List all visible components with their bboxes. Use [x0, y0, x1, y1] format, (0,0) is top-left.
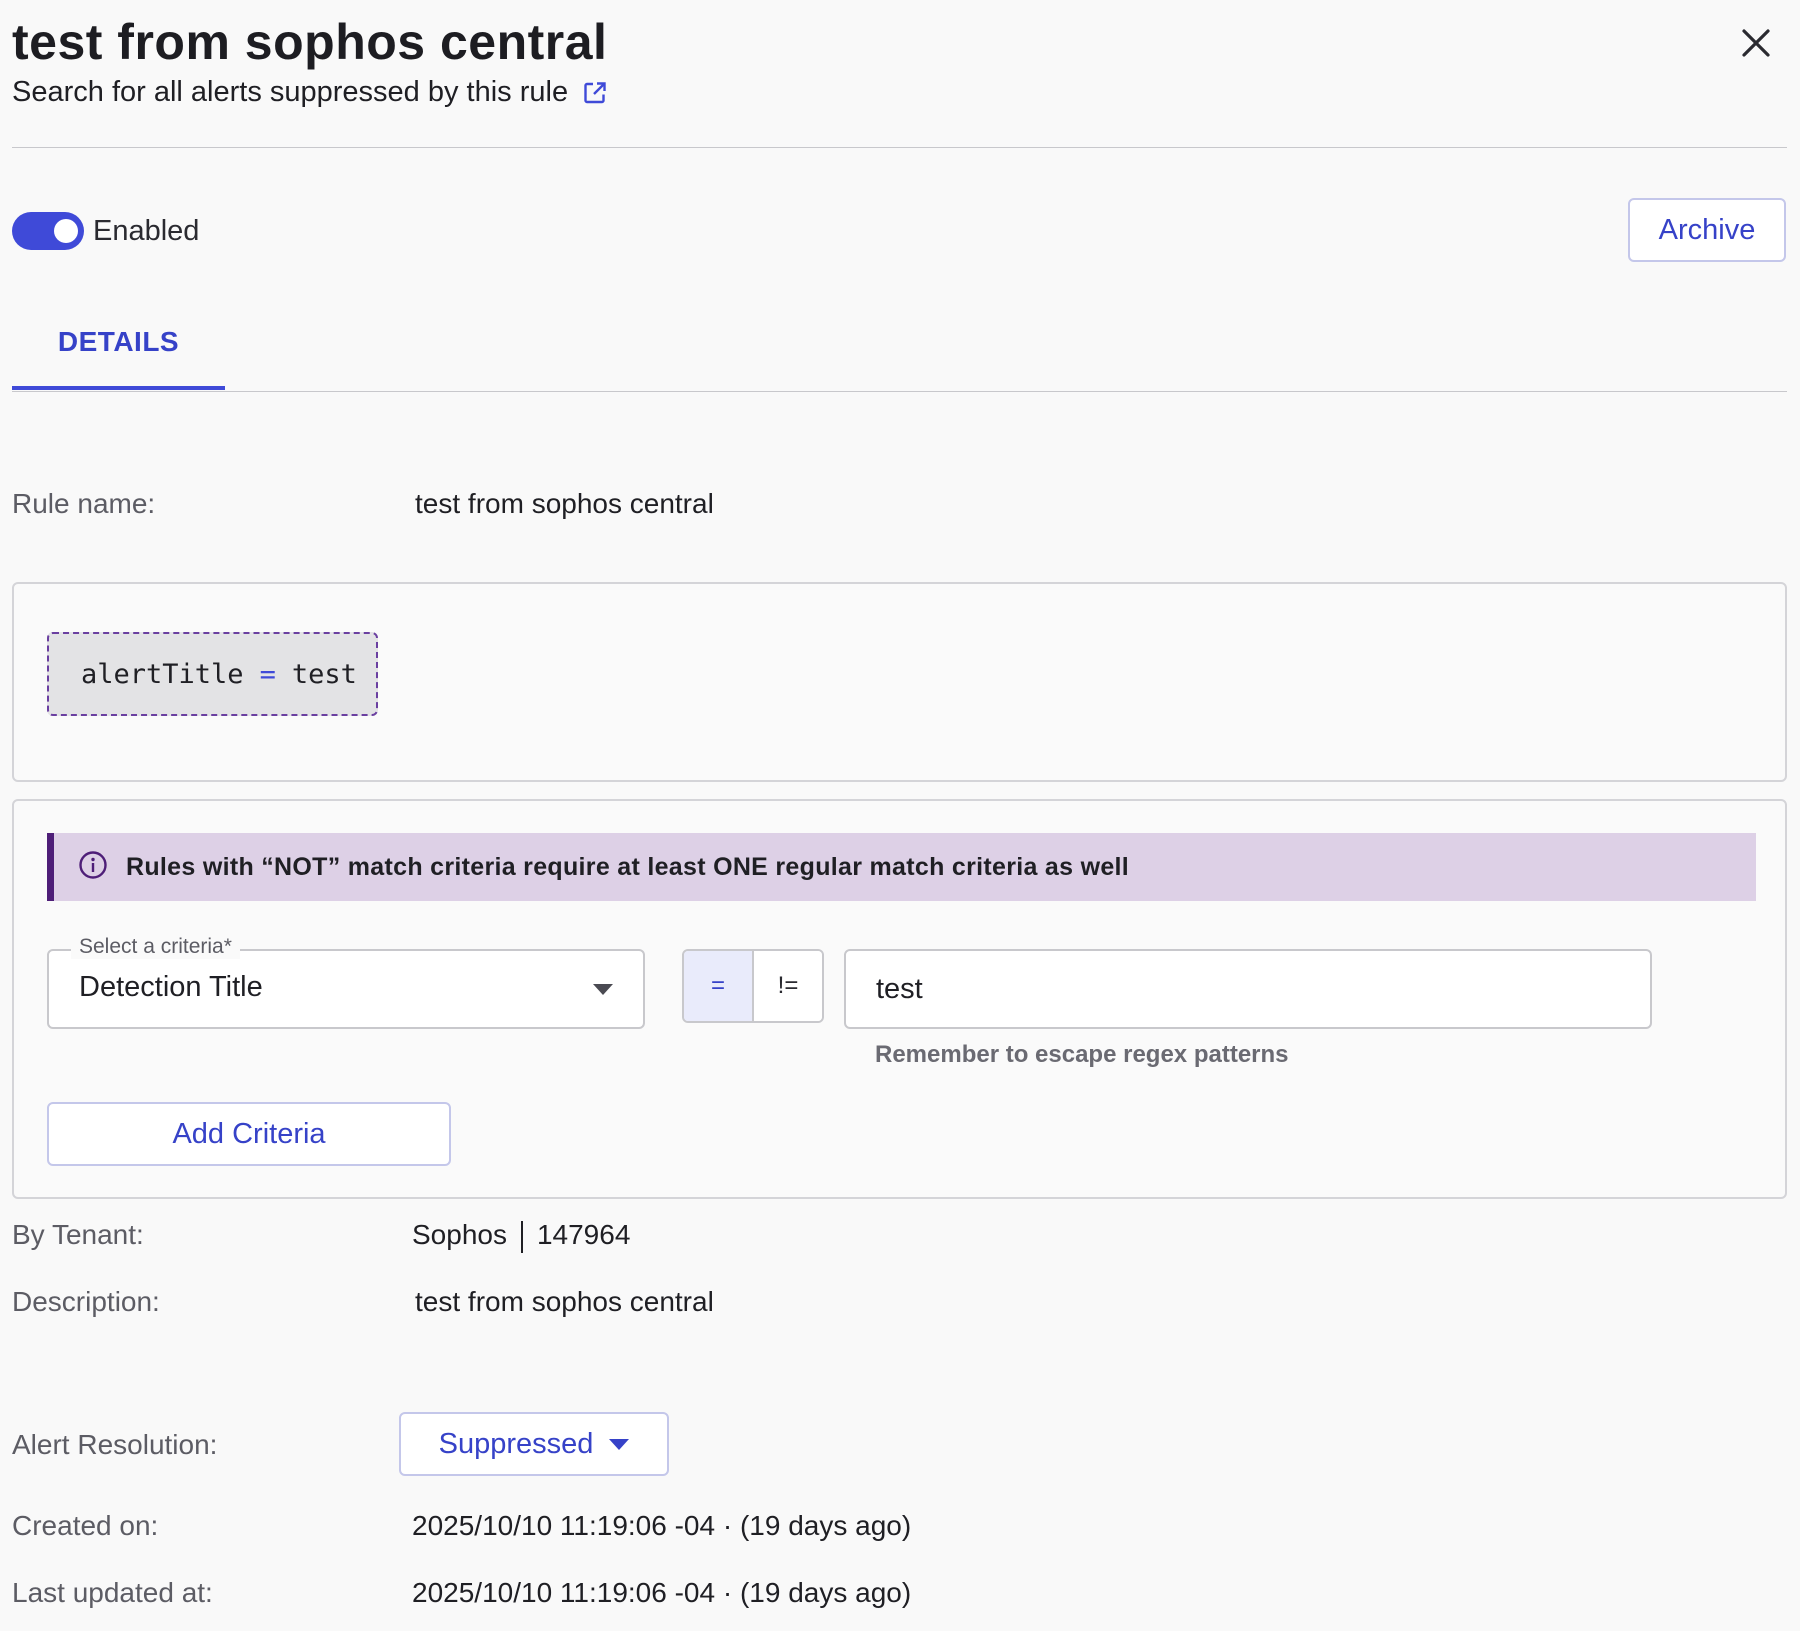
search-suppressed-alerts-link[interactable]: Search for all alerts suppressed by this…: [12, 76, 608, 109]
tab-details[interactable]: DETAILS: [12, 310, 225, 390]
tenant-separator: [520, 1220, 523, 1253]
description-label: Description:: [12, 1286, 160, 1317]
resolution-value: Suppressed: [438, 1427, 594, 1460]
enabled-toggle-row: Enabled: [12, 212, 199, 250]
not-criteria-notice: Rules with “NOT” match criteria require …: [47, 833, 1756, 901]
tenant-value: Sophos 147964: [412, 1219, 630, 1253]
add-criteria-button[interactable]: Add Criteria: [47, 1102, 451, 1166]
enabled-toggle[interactable]: [12, 212, 84, 250]
close-icon: [1742, 29, 1770, 57]
archive-button[interactable]: Archive: [1628, 198, 1786, 262]
updated-value: 2025/10/10 11:19:06 -04 · (19 days ago): [412, 1577, 912, 1608]
criteria-select-value: Detection Title: [79, 971, 263, 1003]
resolution-label: Alert Resolution:: [12, 1429, 218, 1460]
rule-name-value: test from sophos central: [415, 488, 714, 519]
close-button[interactable]: [1735, 22, 1777, 64]
query-chip[interactable]: alertTitle = test: [47, 632, 378, 716]
toggle-knob: [54, 219, 78, 243]
page-title: test from sophos central: [12, 14, 608, 70]
operator-not-equal-button[interactable]: !=: [754, 951, 822, 1021]
query-preview-box: alertTitle = test: [12, 582, 1787, 782]
notice-text: Rules with “NOT” match criteria require …: [126, 852, 1130, 881]
tabs-divider: [12, 391, 1787, 392]
active-tab-indicator: [12, 386, 225, 390]
chevron-down-icon: [593, 984, 613, 995]
header-divider: [12, 147, 1787, 148]
criteria-select[interactable]: Select a criteria* Detection Title: [47, 935, 645, 1029]
rule-name-label: Rule name:: [12, 488, 156, 519]
query-value: test: [291, 658, 357, 690]
operator-equal-button[interactable]: =: [684, 951, 754, 1021]
chevron-down-icon: [609, 1438, 630, 1450]
rule-detail-panel: test from sophos central Search for all …: [0, 0, 1800, 1631]
tenant-label: By Tenant:: [12, 1219, 144, 1250]
description-value: test from sophos central: [415, 1286, 714, 1317]
operator-toggle-group: = !=: [682, 949, 824, 1023]
criteria-editor: Rules with “NOT” match criteria require …: [12, 799, 1787, 1199]
created-value: 2025/10/10 11:19:06 -04 · (19 days ago): [412, 1510, 912, 1541]
external-link-icon[interactable]: [582, 80, 608, 106]
regex-hint: Remember to escape regex patterns: [875, 1041, 1289, 1068]
enabled-label: Enabled: [93, 214, 200, 247]
tenant-name: Sophos: [412, 1219, 507, 1250]
query-operator: =: [259, 658, 276, 690]
tenant-id: 147964: [536, 1219, 631, 1250]
info-icon: [78, 850, 108, 885]
criteria-value-input[interactable]: [844, 949, 1652, 1029]
criteria-select-label: Select a criteria*: [71, 935, 240, 959]
query-field: alertTitle: [81, 658, 244, 690]
created-label: Created on:: [12, 1510, 159, 1541]
updated-label: Last updated at:: [12, 1577, 213, 1608]
resolution-dropdown[interactable]: Suppressed: [399, 1412, 669, 1476]
search-link-label: Search for all alerts suppressed by this…: [12, 76, 569, 108]
